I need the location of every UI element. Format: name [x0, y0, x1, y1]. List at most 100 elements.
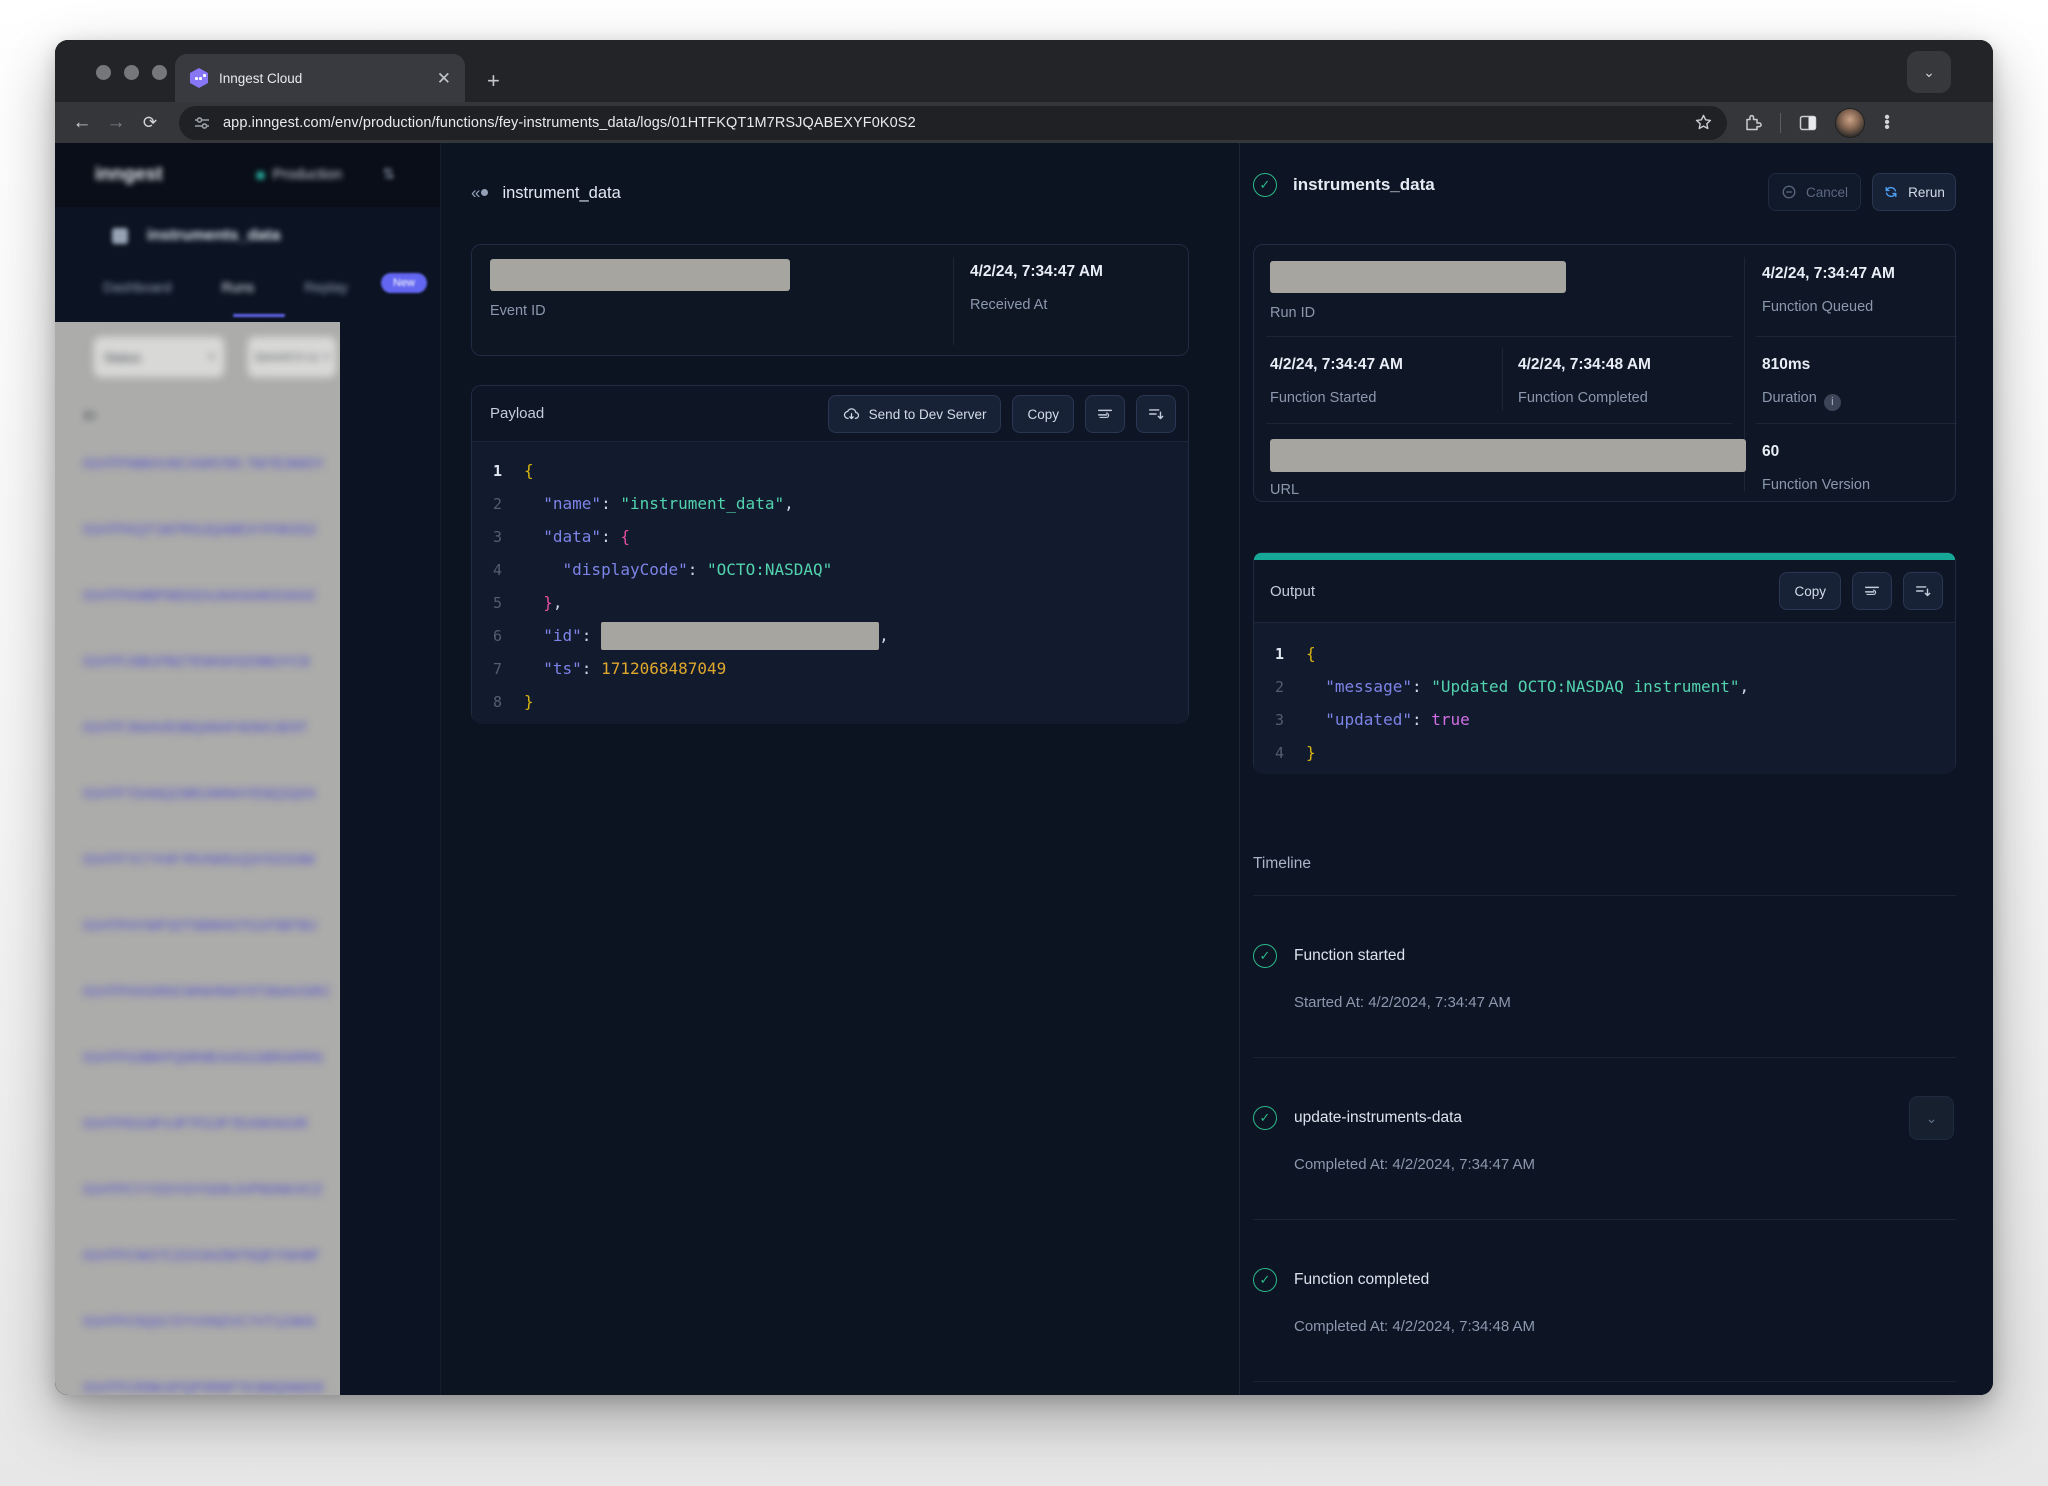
line-number: 3 — [1254, 711, 1306, 729]
cloud-download-icon — [843, 406, 860, 423]
run-id-label: Run ID — [1270, 305, 1315, 321]
window-close-button[interactable] — [96, 65, 111, 80]
run-id-link[interactable]: 01HTFCR9KAPQP0R6P7K3MQNMX8 — [83, 1379, 323, 1395]
run-id-link[interactable]: 01HTFJ94AVE0BQ49AF4DM13E9T — [83, 719, 308, 735]
browser-toolbar: ← → ⟳ app.inngest.com/env/production/fun… — [55, 102, 1993, 143]
timeline-item-detail: Completed At: 4/2/2024, 7:34:48 AM — [1294, 1318, 1956, 1335]
forward-button[interactable]: → — [99, 112, 133, 134]
run-id-link[interactable]: 01HTFCW27CZ2X3AZM75QEYNH8F — [83, 1247, 320, 1263]
output-expand-lines-button[interactable] — [1903, 572, 1943, 610]
timeline-title: Timeline — [1253, 855, 1956, 896]
function-queued-label: Function Queued — [1762, 299, 1873, 315]
back-button[interactable]: ← — [65, 112, 99, 134]
run-id-link[interactable]: 01HTFHYWF32TSB9HGTG1F5BTBJ — [83, 917, 316, 933]
run-id-link[interactable]: 01HTF7DA6Q2385JWNHYE9Q2Q0X — [83, 785, 316, 801]
active-tab-underline — [233, 314, 285, 317]
line-number: 7 — [472, 660, 524, 678]
rerun-button[interactable]: Rerun — [1872, 173, 1956, 211]
event-title: instrument_data — [502, 184, 620, 203]
profile-avatar[interactable] — [1835, 108, 1865, 138]
address-bar[interactable]: app.inngest.com/env/production/functions… — [179, 106, 1727, 140]
tab-dashboard[interactable]: Dashboard — [103, 279, 172, 295]
code-line: 1{ — [472, 454, 1188, 487]
runs-list-blurred: Status ▾ Queued in Last 3 Days ▾ ID 01HT… — [55, 322, 340, 1395]
wrap-text-icon — [1863, 582, 1881, 600]
reload-button[interactable]: ⟳ — [133, 113, 167, 133]
output-copy-button[interactable]: Copy — [1779, 572, 1841, 610]
browser-menu-icon[interactable]: ••• — [1882, 115, 1892, 130]
duration-info-icon[interactable]: i — [1824, 394, 1841, 411]
code-line: 8} — [472, 685, 1188, 718]
function-started-label: Function Started — [1270, 390, 1376, 406]
run-id-link[interactable]: 01HTFHXGR0CWNH5WY5T3NAVGRC — [83, 983, 331, 999]
send-to-dev-server-button[interactable]: Send to Dev Server — [828, 395, 1002, 433]
tab-replay[interactable]: Replay — [304, 279, 348, 295]
duration-label: Durationi — [1762, 390, 1841, 411]
browser-tab[interactable]: Inngest Cloud ✕ — [175, 54, 465, 102]
status-filter[interactable]: Status ▾ — [93, 336, 225, 378]
tab-close-icon[interactable]: ✕ — [437, 70, 451, 87]
function-header: instruments_data — [112, 227, 280, 245]
output-code[interactable]: 1{2 "message": "Updated OCTO:NASDAQ inst… — [1254, 623, 1955, 774]
code-line: 6 "id": , — [472, 619, 1188, 652]
timeline-item-detail: Started At: 4/2/2024, 7:34:47 AM — [1294, 994, 1956, 1011]
payload-copy-button[interactable]: Copy — [1012, 395, 1074, 433]
payload-code[interactable]: 1{2 "name": "instrument_data",3 "data": … — [472, 442, 1188, 724]
code-line: 5 }, — [472, 586, 1188, 619]
cancel-button[interactable]: Cancel — [1768, 173, 1861, 211]
function-queued-value: 4/2/24, 7:34:47 AM — [1762, 265, 1895, 283]
run-id-link[interactable]: 01HTFEG3FVJP7FZJP7EA5KN3JR — [83, 1115, 308, 1131]
run-id-link[interactable]: 01HTFN86XV6CXW5765 7W7E3WDY — [83, 455, 324, 471]
line-number: 2 — [472, 495, 524, 513]
event-id-label: Event ID — [490, 303, 546, 319]
wrap-text-icon — [1096, 405, 1114, 423]
window-minimize-button[interactable] — [124, 65, 139, 80]
run-id-link[interactable]: 01HTFKQT1M7RSJQABEXYF0K0S2 — [83, 521, 316, 537]
function-version-value: 60 — [1762, 443, 1779, 461]
code-line: 3 "data": { — [472, 520, 1188, 553]
code-line: 4} — [1254, 736, 1955, 769]
output-wrap-text-button[interactable] — [1852, 572, 1892, 610]
new-tab-button[interactable]: + — [487, 68, 500, 94]
tab-runs[interactable]: Runs — [222, 279, 255, 295]
id-column-header: ID — [83, 408, 96, 423]
bookmark-star-icon[interactable] — [1694, 113, 1713, 132]
extensions-icon[interactable] — [1743, 113, 1763, 133]
run-id-redacted — [1270, 261, 1566, 293]
url-label: URL — [1270, 482, 1299, 498]
timeline-item: ✓update-instruments-dataCompleted At: 4/… — [1253, 1058, 1956, 1220]
line-number: 8 — [472, 693, 524, 711]
inngest-favicon-icon — [189, 68, 209, 88]
code-line: 1{ — [1254, 637, 1955, 670]
run-id-link[interactable]: 01HTFC5QG7ZYVXNZVC7VT1Z4K6 — [83, 1313, 315, 1329]
date-range-filter[interactable]: Queued in Last 3 Days ▾ — [247, 336, 337, 378]
wrap-text-button[interactable] — [1085, 395, 1125, 433]
environment-selector[interactable]: Production — [257, 167, 342, 183]
duration-value: 810ms — [1762, 356, 1810, 374]
timeline-expand-button[interactable]: ⌄ — [1909, 1096, 1954, 1140]
cancel-icon — [1781, 184, 1797, 200]
expand-lines-button[interactable] — [1136, 395, 1176, 433]
output-title: Output — [1270, 583, 1315, 600]
run-id-link[interactable]: 01HTFG3BKPQ5R9EAA51GBRARRN — [83, 1049, 323, 1065]
side-panel-icon[interactable] — [1798, 113, 1818, 133]
site-settings-icon[interactable] — [193, 114, 211, 132]
timeline-item: ✓Function completedCompleted At: 4/2/202… — [1253, 1220, 1956, 1382]
run-details-panel: ✓ instruments_data Cancel Rerun — [1241, 143, 1993, 1395]
window-zoom-button[interactable] — [152, 65, 167, 80]
rerun-icon — [1883, 184, 1899, 200]
tab-search-button[interactable]: ⌄ — [1907, 51, 1951, 93]
run-id-link[interactable]: 01HTF7C7YHF7RVN051Q3YD2S3M — [83, 851, 315, 867]
sidebar: inngest Production ⇅ instruments_data Da… — [55, 143, 440, 1395]
run-id-link[interactable]: 01HTFCYYZGYGYGDKJVP82NKXCZ — [83, 1181, 323, 1197]
chevron-down-icon: ▾ — [324, 352, 329, 363]
run-id-link[interactable]: 01HTFKMBPMD0ZAJ4AG04KD3A02 — [83, 587, 316, 603]
run-id-link[interactable]: 01HTFJ3B1PBZ7EWGK5Z086JYC8 — [83, 653, 309, 669]
env-switcher-icon[interactable]: ⇅ — [382, 165, 395, 183]
payload-card: Payload Send to Dev Server Copy — [471, 385, 1189, 723]
timeline-item-title: update-instruments-data — [1294, 1109, 1462, 1127]
run-status-check-icon: ✓ — [1253, 173, 1277, 197]
expand-lines-icon — [1147, 405, 1165, 423]
function-completed-value: 4/2/24, 7:34:48 AM — [1518, 356, 1651, 374]
timeline-item-title: Function started — [1294, 947, 1405, 965]
